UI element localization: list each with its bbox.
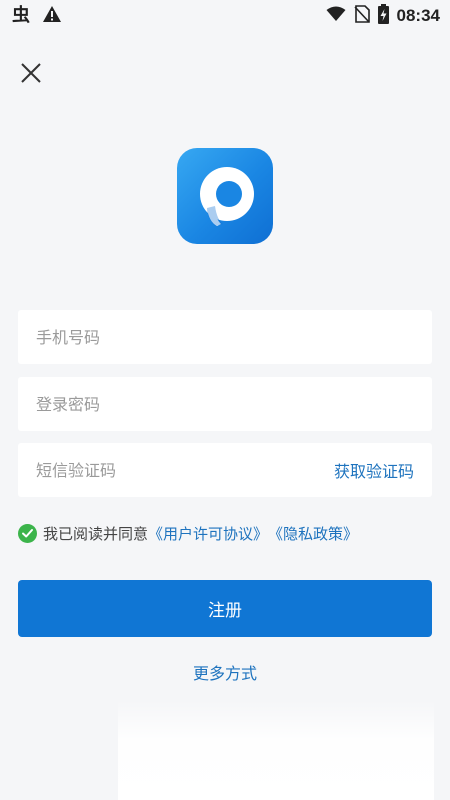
- warning-icon: [42, 5, 62, 27]
- wifi-icon: [326, 6, 346, 26]
- phone-input[interactable]: [36, 310, 414, 364]
- close-icon: [21, 63, 41, 83]
- password-field[interactable]: [18, 377, 432, 431]
- agreement-text: 我已阅读并同意: [43, 524, 149, 543]
- bottom-panel: [118, 700, 434, 800]
- status-time: 08:34: [396, 6, 440, 25]
- status-left: 虫: [12, 4, 62, 28]
- svg-text:虫: 虫: [12, 4, 30, 24]
- app-logo-icon: [200, 167, 254, 226]
- password-input[interactable]: [36, 377, 414, 431]
- close-button[interactable]: [16, 58, 46, 88]
- register-button[interactable]: 注册: [18, 580, 432, 637]
- no-sim-icon: [353, 5, 370, 27]
- sms-code-field[interactable]: 获取验证码: [18, 443, 432, 497]
- check-icon: [22, 528, 33, 537]
- battery-charging-icon: [377, 4, 389, 28]
- status-bar: 虫 08:34: [0, 0, 450, 32]
- user-license-link[interactable]: 《用户许可协议》: [148, 523, 268, 544]
- status-right: 08:34: [326, 4, 440, 28]
- phone-field[interactable]: [18, 310, 432, 364]
- bug-icon: 虫: [12, 4, 34, 28]
- agreement-row: 我已阅读并同意 《用户许可协议》 《隐私政策》: [18, 521, 358, 545]
- privacy-policy-link[interactable]: 《隐私政策》: [268, 523, 358, 544]
- agreement-checkbox[interactable]: [18, 523, 37, 543]
- sms-code-input[interactable]: [36, 443, 334, 497]
- more-options-link[interactable]: 更多方式: [0, 660, 450, 684]
- app-logo: [177, 148, 273, 244]
- get-code-button[interactable]: 获取验证码: [334, 458, 414, 482]
